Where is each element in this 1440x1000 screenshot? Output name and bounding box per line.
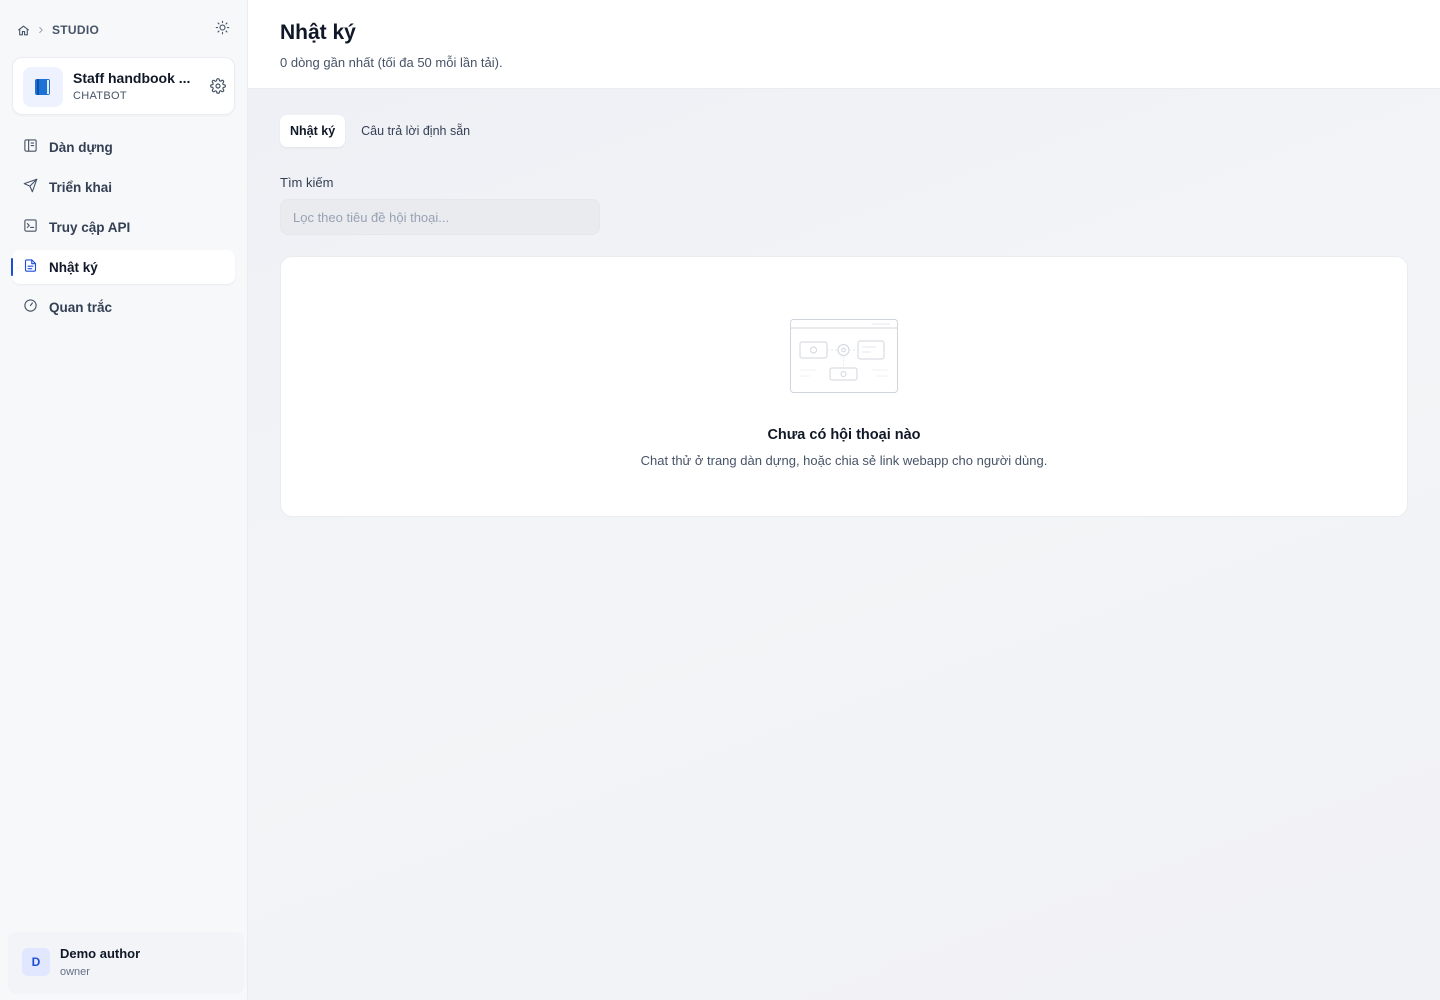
sidebar-item-label: Dàn dựng — [49, 139, 113, 155]
tab-cau-tra-loi-dinh-san[interactable]: Câu trả lời định sẵn — [351, 115, 480, 147]
user-role: owner — [60, 966, 90, 978]
breadcrumb: STUDIO — [17, 21, 99, 39]
sun-icon — [215, 20, 230, 40]
layout-icon — [23, 138, 38, 156]
tab-nhat-ky[interactable]: Nhật ký — [280, 115, 346, 147]
breadcrumb-studio[interactable]: STUDIO — [52, 23, 99, 37]
sidebar-item-label: Truy cập API — [49, 219, 131, 235]
app-type: CHATBOT — [73, 90, 127, 102]
empty-conversations-icon — [790, 319, 898, 398]
page-subtitle: 0 dòng gần nhất (tối đa 50 mỗi lần tải). — [280, 55, 503, 70]
chevron-right-icon — [36, 25, 46, 35]
app-card[interactable]: Staff handbook ... CHATBOT — [12, 57, 235, 115]
gauge-icon — [23, 298, 38, 316]
theme-toggle-button[interactable] — [213, 20, 231, 40]
terminal-icon — [23, 218, 38, 236]
sidebar-item-label: Nhật ký — [49, 259, 98, 275]
empty-state-description: Chat thử ở trang dàn dựng, hoặc chia sẻ … — [640, 453, 1048, 468]
sidebar-item-quan-trac[interactable]: Quan trắc — [12, 290, 235, 324]
sidebar-nav: Dàn dựng Triển khai Truy cập API Nhật ký… — [11, 130, 235, 330]
sidebar-item-truy-cap-api[interactable]: Truy cập API — [12, 210, 235, 244]
main-content: Nhật ký Câu trả lời định sẵn Tìm kiếm Lọ… — [248, 89, 1440, 1000]
empty-state-title: Chưa có hội thoại nào — [767, 427, 921, 443]
sidebar: STUDIO Staff handbook ... CHATBOT Dàn dự… — [0, 0, 248, 1000]
page-title: Nhật ký — [280, 21, 356, 44]
search-label: Tìm kiếm — [280, 175, 334, 190]
avatar: D — [22, 948, 50, 976]
tab-bar: Nhật ký Câu trả lời định sẵn — [280, 115, 480, 147]
sidebar-item-label: Quan trắc — [49, 299, 113, 315]
send-icon — [23, 178, 38, 196]
home-icon[interactable] — [17, 24, 30, 37]
sidebar-item-nhat-ky[interactable]: Nhật ký — [11, 250, 235, 284]
empty-state-card: Chưa có hội thoại nào Chat thử ở trang d… — [280, 256, 1408, 517]
book-icon — [23, 67, 63, 107]
settings-icon[interactable] — [210, 78, 226, 94]
page-header: Nhật ký 0 dòng gần nhất (tối đa 50 mỗi l… — [248, 0, 1440, 89]
sidebar-item-label: Triển khai — [49, 179, 113, 195]
document-icon — [23, 258, 38, 276]
sidebar-item-trien-khai[interactable]: Triển khai — [12, 170, 235, 204]
user-name: Demo author — [60, 946, 141, 961]
app-name: Staff handbook ... — [73, 70, 191, 86]
user-profile[interactable]: D Demo author owner — [8, 932, 244, 994]
search-input[interactable] — [280, 199, 600, 235]
sidebar-item-dan-dung[interactable]: Dàn dựng — [12, 130, 235, 164]
